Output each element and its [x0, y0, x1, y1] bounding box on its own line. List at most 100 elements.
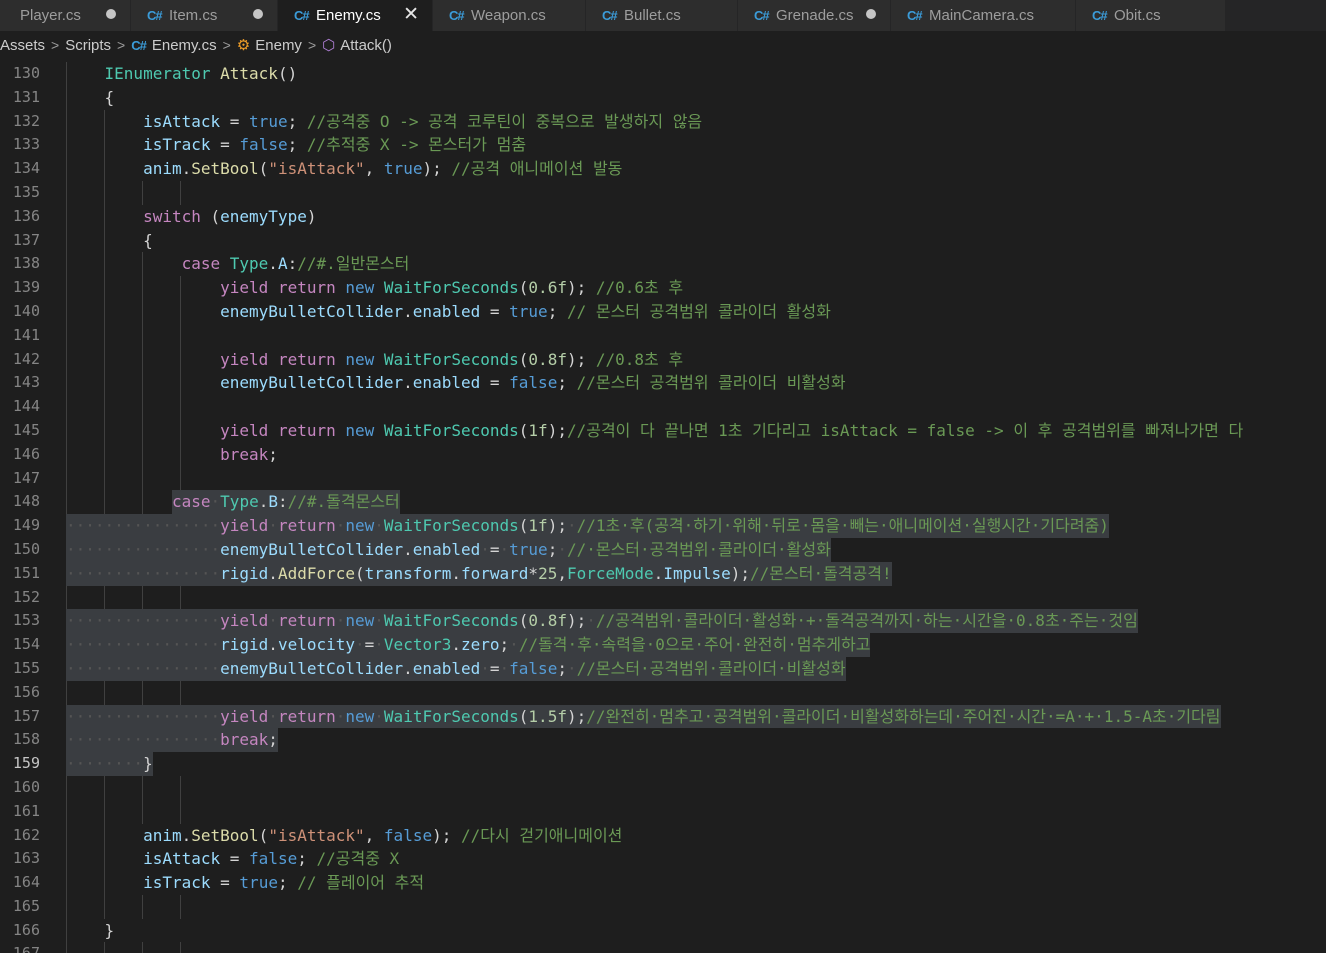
code-line[interactable]: 161 — [0, 799, 1326, 824]
editor-tab-bar: Player.cs C# Item.cs C# Enemy.cs ✕ C# Weapon.cs… — [0, 0, 1326, 31]
code-line[interactable]: 164 isTrack = true; // 플레이어 추적 — [0, 871, 1326, 896]
breadcrumb-scripts[interactable]: Scripts — [65, 37, 111, 54]
line-number: 157 — [12, 706, 40, 725]
code-text[interactable]: ················enemyBulletCollider.enab… — [66, 537, 831, 562]
tab-maincamera-cs[interactable]: C# MainCamera.cs — [891, 0, 1076, 31]
code-line[interactable]: 153 ················yield·return·new·Wait… — [0, 609, 1326, 634]
code-line[interactable]: 165 — [0, 894, 1326, 919]
code-text[interactable]: isAttack = true; //공격중 O -> 공격 코루틴이 중복으로… — [66, 110, 702, 134]
code-line[interactable]: 152 — [0, 585, 1326, 610]
code-text[interactable]: ········} — [66, 752, 153, 776]
line-number: 159 — [12, 754, 40, 773]
code-line[interactable]: 162 anim.SetBool("isAttack", false); //다… — [0, 823, 1326, 848]
code-text[interactable]: anim.SetBool("isAttack", true); //공격 애니메… — [66, 157, 622, 181]
indent-guide — [104, 775, 105, 800]
code-text[interactable]: isTrack = true; // 플레이어 추적 — [66, 871, 424, 895]
code-line[interactable]: 156 — [0, 680, 1326, 705]
line-number: 161 — [12, 801, 40, 820]
code-line[interactable]: 147 — [0, 466, 1326, 491]
code-text[interactable]: ················enemyBulletCollider.enab… — [66, 656, 846, 681]
indent-guide — [66, 585, 67, 610]
code-line[interactable]: 148 case·Type.B://#.돌격몬스터 — [0, 490, 1326, 515]
tab-enemy-cs[interactable]: C# Enemy.cs ✕ — [278, 0, 433, 31]
indent-guide — [104, 680, 105, 705]
breadcrumb-class[interactable]: Enemy — [255, 37, 302, 54]
code-text[interactable]: yield return new WaitForSeconds(1f);//공격… — [66, 419, 1243, 443]
code-text[interactable]: { — [66, 86, 115, 110]
code-line[interactable]: 157 ················yield·return·new·Wait… — [0, 704, 1326, 729]
code-line[interactable]: 163 isAttack = false; //공격중 X — [0, 847, 1326, 872]
code-text[interactable]: yield return new WaitForSeconds(0.6f); /… — [66, 276, 683, 300]
indent-guide — [142, 395, 143, 420]
code-text[interactable]: ················yield·return·new·WaitFor… — [66, 514, 1109, 538]
tab-label: Player.cs — [20, 7, 81, 24]
code-line[interactable]: 166 } — [0, 918, 1326, 943]
tab-weapon-cs[interactable]: C# Weapon.cs — [433, 0, 586, 31]
code-line[interactable]: 134 anim.SetBool("isAttack", true); //공격… — [0, 157, 1326, 182]
tab-obit-cs[interactable]: C# Obit.cs — [1076, 0, 1226, 31]
code-text[interactable]: ················yield·return·new·WaitFor… — [66, 704, 1221, 729]
code-line[interactable]: 130 IEnumerator Attack() — [0, 62, 1326, 86]
code-text[interactable]: ················rigid.AddForce(transform… — [66, 561, 892, 586]
code-line[interactable]: 159 ········} — [0, 752, 1326, 777]
code-line[interactable]: 149 ················yield·return·new·Wait… — [0, 514, 1326, 539]
line-number: 133 — [12, 135, 40, 154]
breadcrumb-assets[interactable]: Assets — [0, 37, 45, 54]
indent-guide — [142, 323, 143, 348]
indent-guide — [180, 680, 181, 705]
code-line[interactable]: 158 ················break; — [0, 728, 1326, 753]
code-line[interactable]: 154 ················rigid.velocity·=·Vect… — [0, 633, 1326, 658]
code-text[interactable]: anim.SetBool("isAttack", false); //다시 걷기… — [66, 824, 622, 848]
indent-guide — [142, 942, 143, 953]
code-text[interactable]: isTrack = false; //추적중 X -> 몬스터가 멈춤 — [66, 133, 526, 157]
code-text[interactable]: enemyBulletCollider.enabled = false; //몬… — [66, 371, 845, 395]
code-line[interactable]: 141 — [0, 323, 1326, 348]
indent-guide — [66, 680, 67, 705]
indent-guide — [142, 775, 143, 800]
code-line[interactable]: 167 — [0, 942, 1326, 953]
code-line[interactable]: 137 { — [0, 228, 1326, 253]
code-text[interactable]: ················yield·return·new·WaitFor… — [66, 609, 1138, 634]
close-icon[interactable]: ✕ — [403, 3, 419, 26]
tab-player-cs[interactable]: Player.cs — [0, 0, 131, 31]
code-line[interactable]: 131 { — [0, 85, 1326, 110]
code-line[interactable]: 144 — [0, 395, 1326, 420]
code-line[interactable]: 132 isAttack = true; //공격중 O -> 공격 코루틴이 … — [0, 109, 1326, 134]
code-text[interactable]: IEnumerator Attack() — [66, 62, 298, 86]
code-text[interactable]: case Type.A://#.일반몬스터 — [66, 252, 410, 276]
code-editor[interactable]: 130 IEnumerator Attack() 131 {132 isAttac… — [0, 62, 1326, 953]
code-line[interactable]: 143 enemyBulletCollider.enabled = false;… — [0, 371, 1326, 396]
code-line[interactable]: 150 ················enemyBulletCollider.e… — [0, 537, 1326, 562]
code-line[interactable]: 142 yield return new WaitForSeconds(0.8f… — [0, 347, 1326, 372]
breadcrumb-file[interactable]: Enemy.cs — [152, 37, 217, 54]
line-number: 147 — [12, 468, 40, 487]
code-line[interactable]: 138 case Type.A://#.일반몬스터 — [0, 252, 1326, 277]
code-line[interactable]: 151 ················rigid.AddForce(transf… — [0, 561, 1326, 586]
indent-guide — [180, 466, 181, 491]
code-text[interactable]: yield return new WaitForSeconds(0.8f); /… — [66, 348, 683, 372]
code-line[interactable]: 155 ················enemyBulletCollider.e… — [0, 656, 1326, 681]
tab-item-cs[interactable]: C# Item.cs — [131, 0, 278, 31]
code-text[interactable]: switch (enemyType) — [66, 205, 316, 229]
code-line[interactable]: 146 break; — [0, 442, 1326, 467]
tab-bullet-cs[interactable]: C# Bullet.cs — [586, 0, 738, 31]
indent-guide — [66, 180, 67, 205]
chevron-right-icon: > — [51, 37, 60, 53]
code-line[interactable]: 145 yield return new WaitForSeconds(1f);… — [0, 418, 1326, 443]
code-line[interactable]: 136 switch (enemyType) — [0, 204, 1326, 229]
code-text[interactable]: } — [66, 919, 115, 943]
code-line[interactable]: 140 enemyBulletCollider.enabled = true; … — [0, 299, 1326, 324]
tab-grenade-cs[interactable]: C# Grenade.cs — [738, 0, 891, 31]
code-text[interactable]: break; — [66, 443, 278, 467]
code-line[interactable]: 160 — [0, 775, 1326, 800]
code-text[interactable]: { — [66, 229, 153, 253]
code-text[interactable]: case·Type.B://#.돌격몬스터 — [172, 490, 400, 515]
code-text[interactable]: ················break; — [66, 728, 278, 753]
code-line[interactable]: 133 isTrack = false; //추적중 X -> 몬스터가 멈춤 — [0, 133, 1326, 158]
breadcrumb-method[interactable]: Attack() — [340, 37, 392, 54]
code-text[interactable]: isAttack = false; //공격중 X — [66, 847, 399, 871]
code-line[interactable]: 135 — [0, 180, 1326, 205]
code-text[interactable]: ················rigid.velocity·=·Vector3… — [66, 633, 871, 657]
code-line[interactable]: 139 yield return new WaitForSeconds(0.6f… — [0, 276, 1326, 301]
code-text[interactable]: enemyBulletCollider.enabled = true; // 몬… — [66, 300, 831, 324]
